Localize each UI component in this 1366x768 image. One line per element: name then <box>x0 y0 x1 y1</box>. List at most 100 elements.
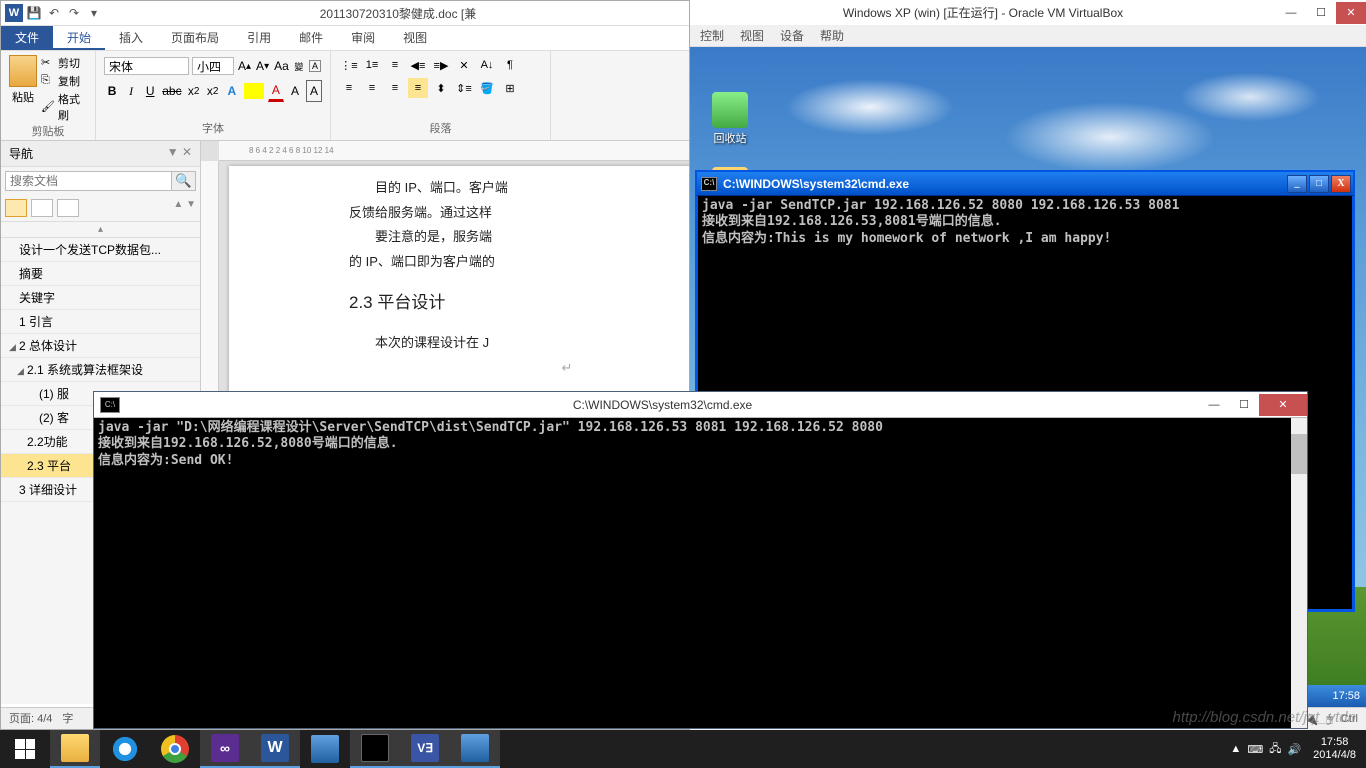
word-count-status[interactable]: 字 <box>62 710 73 727</box>
taskbar-chrome[interactable] <box>150 730 200 768</box>
vbox-menu-devices[interactable]: 设备 <box>780 27 804 44</box>
taskbar-vbox-vm[interactable] <box>450 730 500 768</box>
minimize-button[interactable]: — <box>1276 2 1306 24</box>
qat-dropdown-icon[interactable]: ▾ <box>85 4 103 22</box>
shading-icon[interactable]: 🪣 <box>477 78 497 98</box>
xp-close-button[interactable]: X <box>1331 175 1351 193</box>
highlight-button[interactable] <box>243 80 265 102</box>
clear-format-icon[interactable]: A <box>308 55 322 77</box>
scrollbar-thumb[interactable] <box>1291 434 1307 474</box>
show-marks-icon[interactable]: ¶ <box>500 55 520 75</box>
subscript-button[interactable]: x2 <box>186 80 202 102</box>
taskbar-visio[interactable]: V∃ <box>400 730 450 768</box>
close-button[interactable]: ✕ <box>1336 2 1366 24</box>
maximize-button[interactable]: ☐ <box>1306 2 1336 24</box>
host-cmd-titlebar[interactable]: C:\ C:\WINDOWS\system32\cmd.exe — ☐ ✕ <box>94 392 1307 418</box>
nav-pane-dropdown-icon[interactable]: ▼ ✕ <box>167 145 192 162</box>
borders-icon[interactable]: ⊞ <box>500 78 520 98</box>
tab-home[interactable]: 开始 <box>53 26 105 50</box>
nav-chevron-icon[interactable]: ▲ ▼ <box>173 199 196 217</box>
underline-button[interactable]: U <box>142 80 158 102</box>
increase-indent-icon[interactable]: ≡▶ <box>431 55 451 75</box>
recycle-bin-icon[interactable]: 回收站 <box>700 92 760 146</box>
xp-maximize-button[interactable]: □ <box>1309 175 1329 193</box>
vbox-menu-view[interactable]: 视图 <box>740 27 764 44</box>
bold-button[interactable]: B <box>104 80 120 102</box>
font-size-select[interactable] <box>192 57 234 75</box>
start-button[interactable] <box>0 730 50 768</box>
tray-volume-icon[interactable]: 🔊 <box>1287 743 1301 756</box>
maximize-button[interactable]: ☐ <box>1229 394 1259 416</box>
nav-headings-tab[interactable] <box>5 199 27 217</box>
char-border-icon[interactable]: A <box>306 80 322 102</box>
shrink-font-icon[interactable]: A▾ <box>255 55 270 77</box>
asian-layout-icon[interactable]: ✕ <box>454 55 474 75</box>
strikethrough-button[interactable]: abc <box>161 80 182 102</box>
decrease-indent-icon[interactable]: ◀≡ <box>408 55 428 75</box>
search-icon[interactable]: 🔍 <box>172 171 196 191</box>
font-color-button[interactable]: A <box>268 80 284 102</box>
grow-font-icon[interactable]: A▴ <box>237 55 252 77</box>
save-icon[interactable]: 💾 <box>25 4 43 22</box>
format-painter-button[interactable]: 🖌格式刷 <box>41 91 87 123</box>
xp-minimize-button[interactable]: _ <box>1287 175 1307 193</box>
taskbar-clock[interactable]: 17:58 2014/4/8 <box>1307 736 1362 762</box>
line-spacing-icon[interactable]: ⇕≡ <box>454 78 474 98</box>
taskbar-ie[interactable] <box>100 730 150 768</box>
change-case-icon[interactable]: Aa <box>273 55 290 77</box>
char-shading-icon[interactable]: A <box>287 80 303 102</box>
superscript-button[interactable]: x2 <box>205 80 221 102</box>
text-effects-icon[interactable]: A <box>224 80 240 102</box>
page-number-status[interactable]: 页面: 4/4 <box>9 710 52 727</box>
align-center-icon[interactable]: ≡ <box>362 78 382 98</box>
bullets-icon[interactable]: ⋮≡ <box>339 55 359 75</box>
tab-file[interactable]: 文件 <box>1 26 53 50</box>
nav-results-tab[interactable] <box>57 199 79 217</box>
nav-item[interactable]: 摘要 <box>1 262 200 286</box>
taskbar-word[interactable]: W <box>250 730 300 768</box>
distributed-icon[interactable]: ⬍ <box>431 78 451 98</box>
align-left-icon[interactable]: ≡ <box>339 78 359 98</box>
phonetic-icon[interactable]: 變 <box>293 55 305 77</box>
italic-button[interactable]: I <box>123 80 139 102</box>
align-right-icon[interactable]: ≡ <box>385 78 405 98</box>
nav-pages-tab[interactable] <box>31 199 53 217</box>
tray-network-icon[interactable]: 🖧 <box>1269 740 1281 759</box>
tab-mailings[interactable]: 邮件 <box>285 26 337 50</box>
tab-review[interactable]: 审阅 <box>337 26 389 50</box>
host-cmd-scrollbar[interactable] <box>1291 418 1307 728</box>
taskbar-vs[interactable]: ∞ <box>200 730 250 768</box>
taskbar-cmd[interactable] <box>350 730 400 768</box>
justify-icon[interactable]: ≡ <box>408 78 428 98</box>
tab-insert[interactable]: 插入 <box>105 26 157 50</box>
redo-icon[interactable]: ↷ <box>65 4 83 22</box>
nav-item[interactable]: 1 引言 <box>1 310 200 334</box>
nav-collapse-bar[interactable]: ▴ <box>1 222 200 238</box>
vbox-menu-control[interactable]: 控制 <box>700 27 724 44</box>
nav-item[interactable]: 设计一个发送TCP数据包... <box>1 238 200 262</box>
multilevel-icon[interactable]: ≡ <box>385 55 405 75</box>
vbox-menu-help[interactable]: 帮助 <box>820 27 844 44</box>
host-cmd-window[interactable]: C:\ C:\WINDOWS\system32\cmd.exe — ☐ ✕ ja… <box>93 391 1308 729</box>
nav-item[interactable]: ◢ 2.1 系统或算法框架设 <box>1 358 200 382</box>
tab-view[interactable]: 视图 <box>389 26 441 50</box>
tray-keyboard-icon[interactable]: ⌨ <box>1247 743 1263 756</box>
copy-button[interactable]: ⎘复制 <box>41 73 87 89</box>
cut-button[interactable]: ✂剪切 <box>41 55 87 71</box>
close-button[interactable]: ✕ <box>1259 394 1307 416</box>
sort-icon[interactable]: A↓ <box>477 55 497 75</box>
tray-up-icon[interactable]: ▲ <box>1230 743 1241 755</box>
nav-item[interactable]: 关键字 <box>1 286 200 310</box>
xp-cmd-titlebar[interactable]: C:\ C:\WINDOWS\system32\cmd.exe _ □ X <box>695 170 1355 196</box>
nav-search-input[interactable] <box>5 171 172 191</box>
taskbar-explorer[interactable] <box>50 730 100 768</box>
minimize-button[interactable]: — <box>1199 394 1229 416</box>
numbering-icon[interactable]: 1≡ <box>362 55 382 75</box>
font-name-select[interactable] <box>104 57 189 75</box>
undo-icon[interactable]: ↶ <box>45 4 63 22</box>
tab-references[interactable]: 引用 <box>233 26 285 50</box>
taskbar-vbox-mgr[interactable] <box>300 730 350 768</box>
nav-item[interactable]: ◢ 2 总体设计 <box>1 334 200 358</box>
tab-layout[interactable]: 页面布局 <box>157 26 233 50</box>
paste-button[interactable]: 粘贴 <box>9 55 37 123</box>
